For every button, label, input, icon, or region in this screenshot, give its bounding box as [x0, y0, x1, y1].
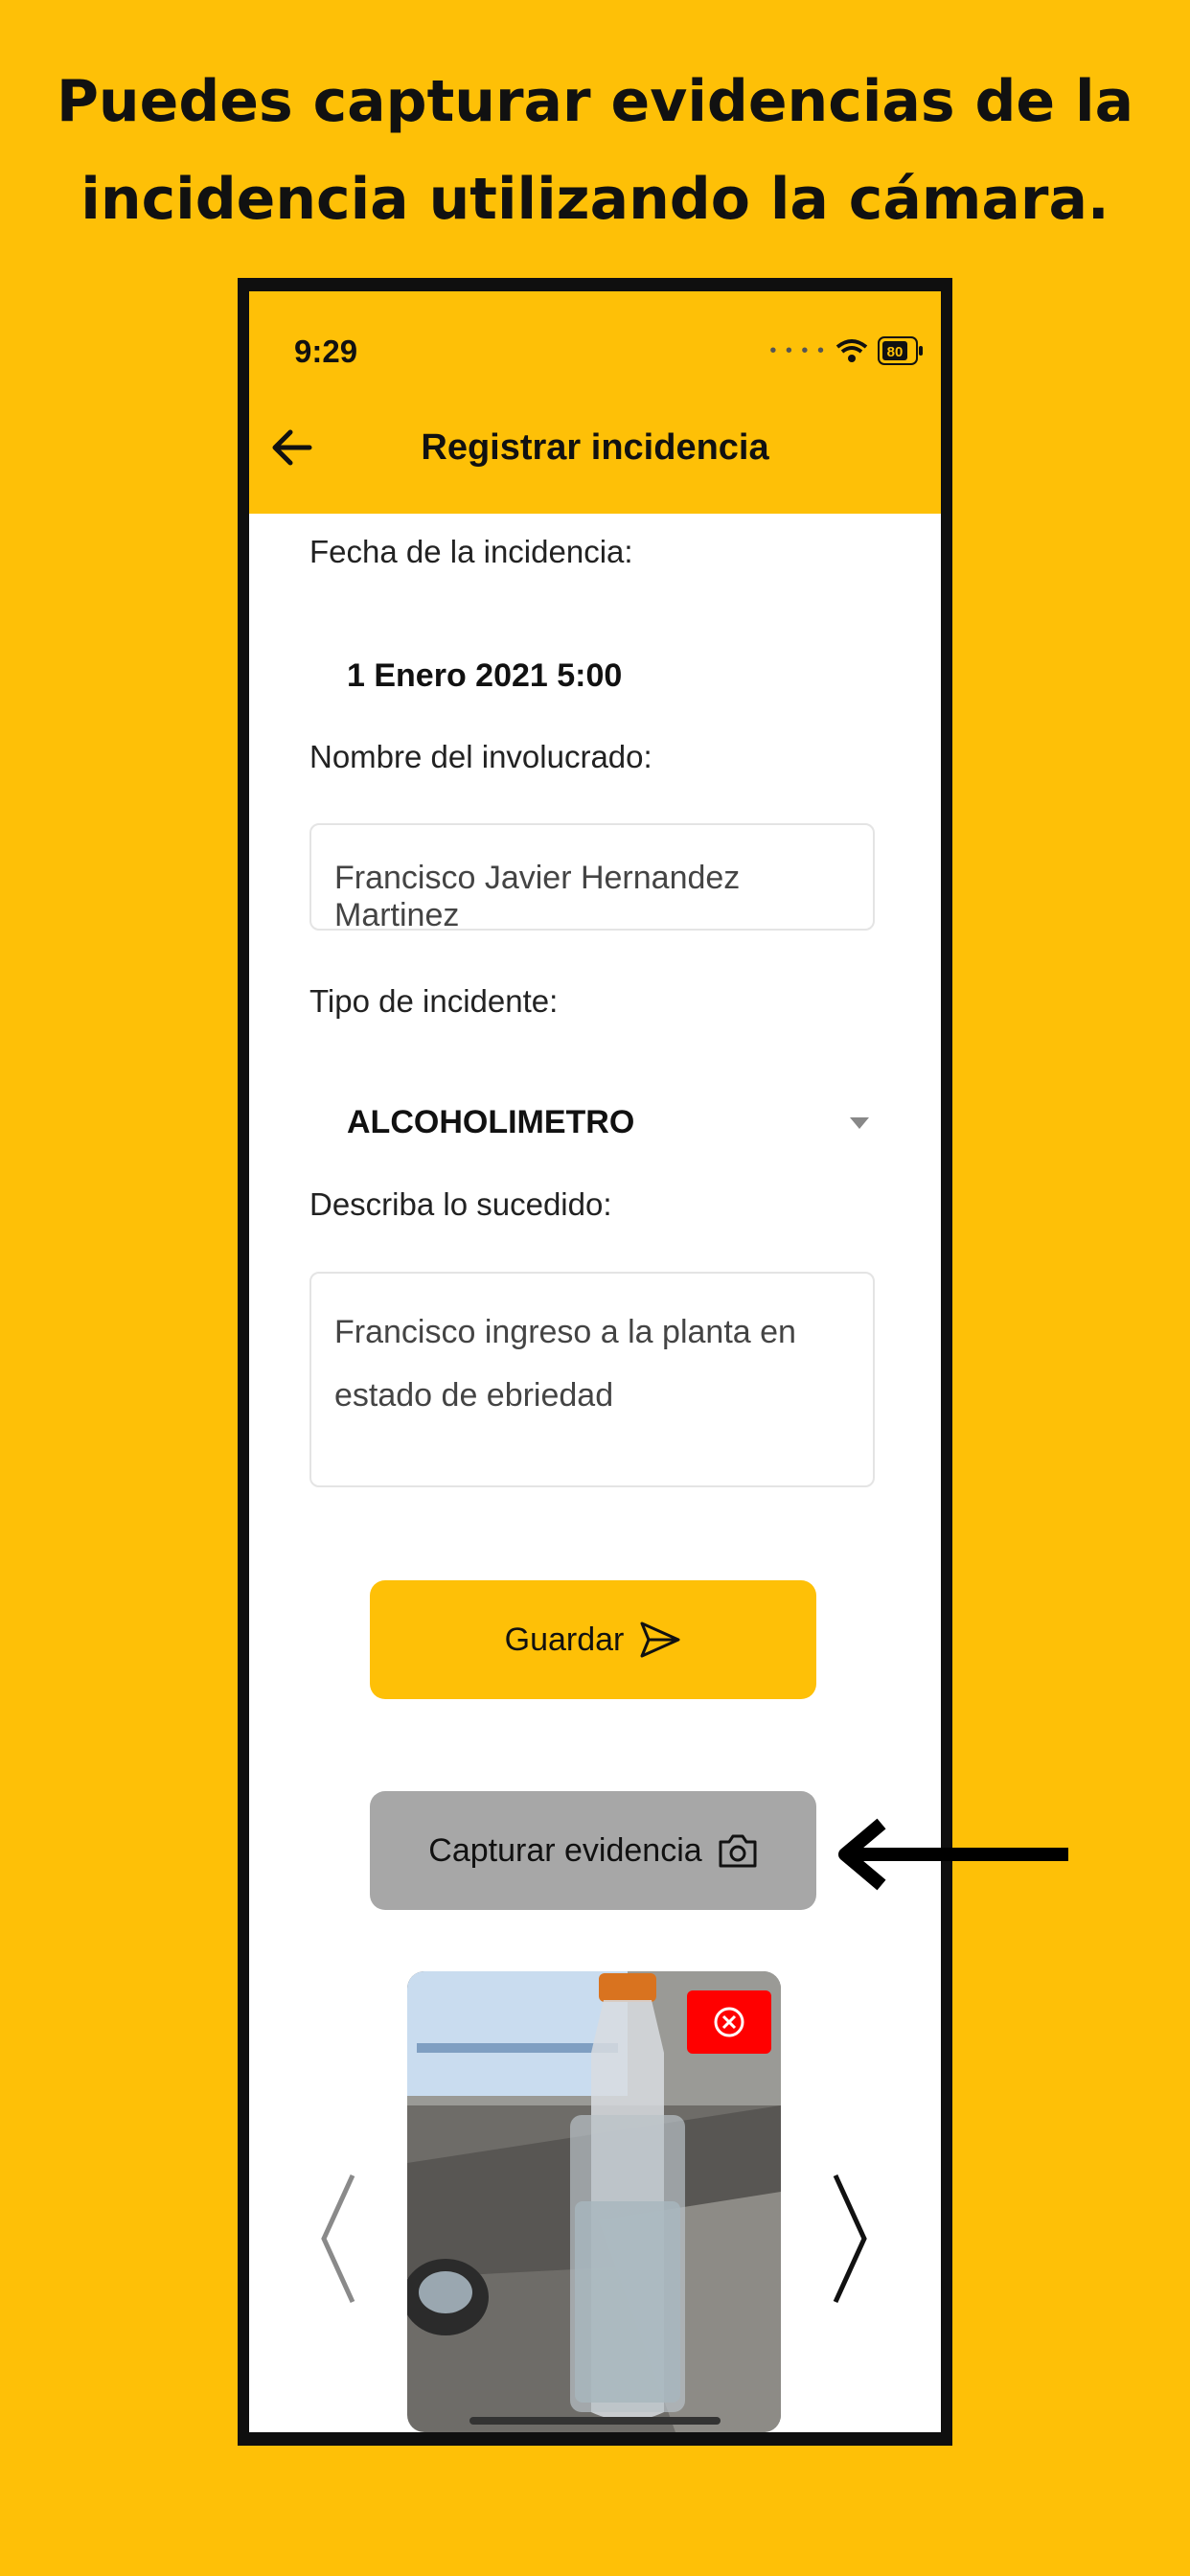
- name-input[interactable]: Francisco Javier Hernandez Martinez: [309, 823, 875, 933]
- name-input-value: Francisco Javier Hernandez Martinez: [334, 860, 741, 933]
- chevron-down-icon[interactable]: [850, 1117, 869, 1129]
- capture-evidence-button[interactable]: Capturar evidencia: [370, 1791, 816, 1910]
- incident-type-select[interactable]: ALCOHOLIMETRO: [347, 1104, 634, 1141]
- save-button-label: Guardar: [504, 1621, 625, 1658]
- description-label: Describa lo sucedido:: [309, 1186, 612, 1222]
- camera-icon: [719, 1834, 757, 1868]
- date-label: Fecha de la incidencia:: [309, 534, 633, 569]
- app-header: 9:29 • • • • 80 Registrar incidencia: [249, 291, 941, 514]
- incident-type-label: Tipo de incidente:: [309, 983, 559, 1019]
- phone-screen: 9:29 • • • • 80 Registrar incidencia Fec…: [249, 291, 941, 2432]
- home-indicator: [469, 2417, 721, 2425]
- description-line: Francisco ingreso a la planta en: [334, 1314, 796, 1350]
- pointer-arrow-icon: [838, 1818, 1068, 1891]
- evidence-photo: [407, 1971, 781, 2432]
- status-time: 9:29: [294, 334, 358, 369]
- carousel-next-button[interactable]: [826, 2172, 874, 2306]
- signal-icon: • • • •: [769, 339, 826, 361]
- description-line: estado de ebriedad: [334, 1377, 614, 1414]
- wifi-icon: [835, 339, 868, 362]
- send-icon: [640, 1622, 680, 1658]
- headline: Puedes capturar evidencias de la inciden…: [56, 68, 1134, 233]
- name-label: Nombre del involucrado:: [309, 739, 652, 774]
- battery-icon: 80: [878, 336, 923, 365]
- save-button[interactable]: Guardar: [370, 1580, 816, 1699]
- chevron-left-icon: [321, 2174, 355, 2304]
- page-title: Registrar incidencia: [421, 427, 769, 468]
- description-textarea[interactable]: Francisco ingreso a la planta en estado …: [309, 1272, 875, 1487]
- battery-level: 80: [887, 344, 904, 360]
- chevron-right-icon: [833, 2174, 867, 2304]
- evidence-photo-image: [407, 1971, 781, 2432]
- date-picker[interactable]: 1 Enero 2021 5:00: [347, 657, 622, 695]
- capture-button-label: Capturar evidencia: [428, 1831, 702, 1869]
- phone-frame: 9:29 • • • • 80 Registrar incidencia Fec…: [238, 278, 952, 2446]
- carousel-prev-button[interactable]: [314, 2172, 362, 2306]
- status-icons: • • • • 80: [769, 332, 924, 370]
